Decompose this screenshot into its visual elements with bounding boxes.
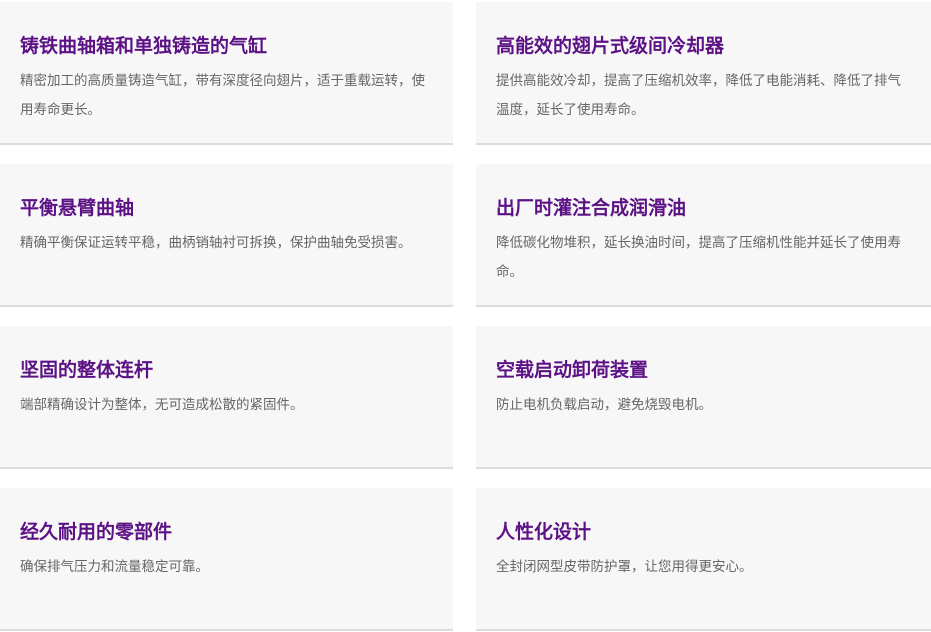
feature-card-connecting-rod: 坚固的整体连杆 端部精确设计为整体，无可造成松散的紧固件。 [0,326,453,469]
feature-card-cast-iron-crankcase: 铸铁曲轴箱和单独铸造的气缸 精密加工的高质量铸造气缸，带有深度径向翅片，适于重载… [0,2,453,145]
feature-description: 防止电机负载启动，避免烧毁电机。 [496,397,712,413]
feature-title: 坚固的整体连杆 [20,359,154,381]
feature-description: 提供高能效冷却，提高了压缩机效率，降低了电能消耗、降低了排气温度，延长了使用寿命… [496,73,901,118]
feature-card-user-friendly-design: 人性化设计 全封闭网型皮带防护罩，让您用得更安心。 [476,488,931,631]
feature-title: 人性化设计 [496,521,592,543]
feature-title: 出厂时灌注合成润滑油 [496,197,687,219]
feature-title: 经久耐用的零部件 [20,521,173,543]
feature-title: 平衡悬臂曲轴 [20,197,135,219]
feature-description: 精确平衡保证运转平稳，曲柄销轴衬可拆换，保护曲轴免受损害。 [20,235,412,251]
feature-description: 精密加工的高质量铸造气缸，带有深度径向翅片，适于重载运转，使用寿命更长。 [20,73,425,118]
feature-description: 确保排气压力和流量稳定可靠。 [20,559,209,575]
feature-card-intercooler: 高能效的翅片式级间冷却器 提供高能效冷却，提高了压缩机效率，降低了电能消耗、降低… [476,2,931,145]
feature-description: 全封闭网型皮带防护罩，让您用得更安心。 [496,559,753,575]
feature-title: 空载启动卸荷装置 [496,359,649,381]
feature-card-durable-parts: 经久耐用的零部件 确保排气压力和流量稳定可靠。 [0,488,453,631]
feature-description: 端部精确设计为整体，无可造成松散的紧固件。 [20,397,304,413]
feature-title: 高能效的翅片式级间冷却器 [496,35,725,57]
feature-title: 铸铁曲轴箱和单独铸造的气缸 [20,35,268,57]
feature-grid: 铸铁曲轴箱和单独铸造的气缸 精密加工的高质量铸造气缸，带有深度径向翅片，适于重载… [0,0,931,632]
feature-description: 降低碳化物堆积，延长换油时间，提高了压缩机性能并延长了使用寿命。 [496,235,901,280]
feature-card-unloader: 空载启动卸荷装置 防止电机负载启动，避免烧毁电机。 [476,326,931,469]
feature-card-synthetic-lubricant: 出厂时灌注合成润滑油 降低碳化物堆积，延长换油时间，提高了压缩机性能并延长了使用… [476,164,931,307]
feature-card-balanced-crankshaft: 平衡悬臂曲轴 精确平衡保证运转平稳，曲柄销轴衬可拆换，保护曲轴免受损害。 [0,164,453,307]
